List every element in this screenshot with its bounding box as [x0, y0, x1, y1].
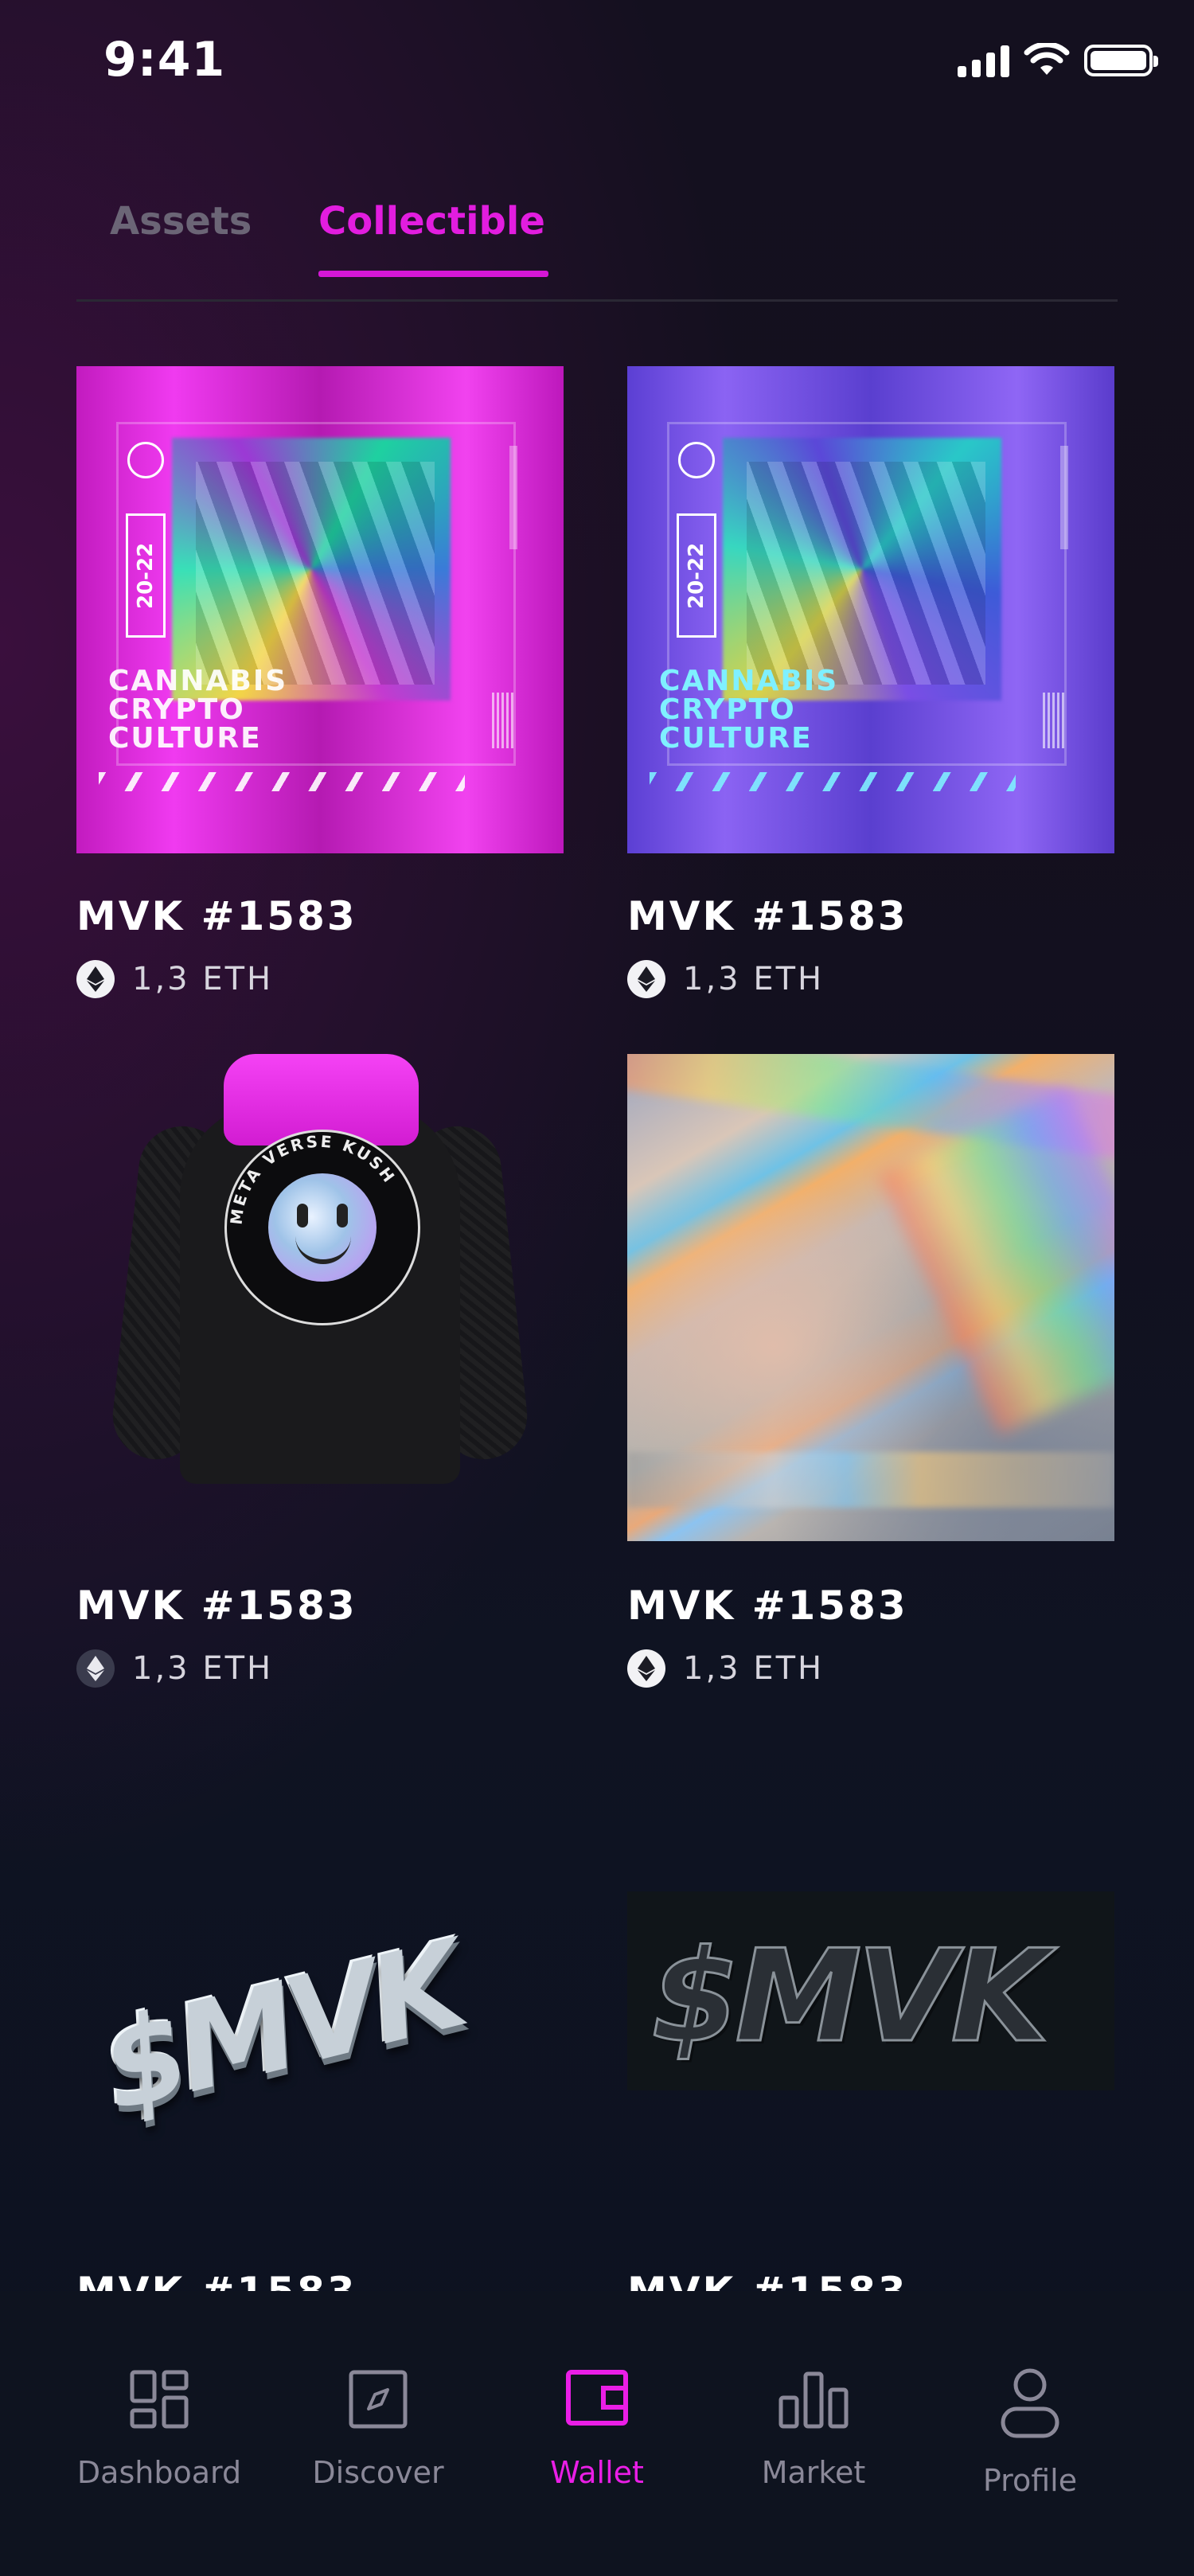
price: 1,3 ETH: [132, 961, 274, 997]
card-title: MVK #1583: [76, 1583, 357, 1629]
price: 1,3 ETH: [683, 961, 825, 997]
price: 1,3 ETH: [132, 1650, 274, 1687]
nft-image: [627, 1054, 1114, 1541]
signal-icon: [958, 44, 1009, 77]
hoodie-illustration: META VERSE KUSH: [76, 1054, 564, 1541]
price: 1,3 ETH: [683, 1650, 825, 1687]
nft-image: META VERSE KUSH: [76, 1054, 564, 1541]
art-year: 20-22: [677, 513, 716, 638]
nav-label: Market: [761, 2455, 866, 2490]
nft-image: 20-22 CANNABIS CRYPTO CULTURE: [627, 366, 1114, 853]
wallet-icon: [566, 2370, 628, 2426]
tab-assets[interactable]: Assets: [110, 199, 252, 271]
collectible-card[interactable]: $MVK MVK #1583: [76, 1831, 564, 2315]
tab-bar: Assets Collectible: [76, 199, 1118, 302]
art-brand: CANNABIS CRYPTO CULTURE: [108, 665, 288, 755]
discover-icon: [349, 2370, 408, 2429]
smvk-logo-3d: $MVK: [88, 1916, 474, 2139]
bottom-nav: Dashboard Discover Wallet Market Profile: [0, 2291, 1194, 2576]
ethereum-icon: [627, 1649, 665, 1688]
globe-logo-icon: [127, 442, 164, 478]
card-title: MVK #1583: [76, 893, 357, 939]
collectible-card[interactable]: 20-22 CANNABIS CRYPTO CULTURE MVK #1583 …: [76, 366, 564, 998]
status-icons: [958, 43, 1158, 78]
globe-logo-icon: [678, 442, 715, 478]
nft-image: 20-22 CANNABIS CRYPTO CULTURE: [76, 366, 564, 853]
ethereum-icon: [76, 1649, 115, 1688]
nav-label: Discover: [312, 2455, 444, 2490]
nav-label: Wallet: [550, 2455, 644, 2490]
nav-wallet[interactable]: Wallet: [489, 2367, 705, 2490]
nft-image: $MVK: [627, 1891, 1114, 2090]
smvk-logo-dark: $MVK: [650, 1921, 1050, 2072]
wifi-icon: [1024, 43, 1070, 75]
price-row: 1,3 ETH: [76, 1649, 273, 1688]
art-year: 20-22: [126, 513, 166, 638]
nft-image: $MVK: [76, 1831, 564, 2213]
card-title: MVK #1583: [627, 893, 908, 939]
dashboard-icon: [130, 2370, 189, 2429]
nav-label: Dashboard: [76, 2455, 242, 2490]
price-row: 1,3 ETH: [627, 1649, 824, 1688]
nav-profile[interactable]: Profile: [922, 2367, 1138, 2498]
collectible-card[interactable]: MVK #1583 1,3 ETH: [627, 1054, 1114, 1688]
battery-icon: [1084, 45, 1158, 76]
collectible-card[interactable]: META VERSE KUSH MVK #1583 1,3 ETH: [76, 1054, 564, 1688]
smiley-emblem-icon: META VERSE KUSH: [224, 1130, 420, 1325]
art-brand: CANNABIS CRYPTO CULTURE: [659, 665, 839, 755]
market-icon: [778, 2371, 849, 2429]
ethereum-icon: [627, 960, 665, 998]
collectible-card[interactable]: 20-22 CANNABIS CRYPTO CULTURE MVK #1583 …: [627, 366, 1114, 998]
tab-collectible[interactable]: Collectible: [318, 199, 548, 277]
profile-icon: [1001, 2368, 1059, 2438]
price-row: 1,3 ETH: [627, 960, 824, 998]
nav-label: Profile: [982, 2463, 1078, 2498]
status-time: 9:41: [103, 32, 226, 88]
price-row: 1,3 ETH: [76, 960, 273, 998]
nav-discover[interactable]: Discover: [270, 2367, 486, 2490]
card-title: MVK #1583: [627, 1583, 908, 1629]
ethereum-icon: [76, 960, 115, 998]
collectible-card[interactable]: $MVK MVK #1583: [627, 1891, 1114, 2315]
nav-market[interactable]: Market: [705, 2367, 922, 2490]
nav-dashboard[interactable]: Dashboard: [51, 2367, 267, 2490]
